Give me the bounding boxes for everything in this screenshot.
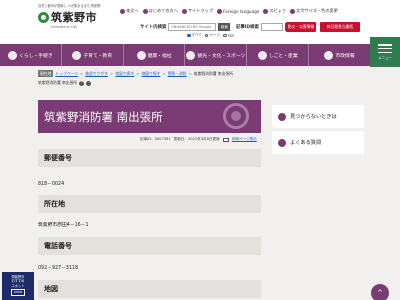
section-heading-phone: 電話番号: [38, 237, 261, 255]
font-increase-button[interactable]: +: [79, 80, 85, 86]
holiday-doctor-button[interactable]: 休日救急当番医: [320, 22, 360, 32]
speaker-icon: [263, 8, 269, 14]
arrow-icon: [120, 8, 125, 14]
radio-checked-icon: [187, 33, 191, 38]
gnav-item-city[interactable]: 市政情報: [309, 44, 370, 66]
gnav-item-health[interactable]: 健康・福祉: [124, 44, 186, 66]
logo-tagline: 自然と都市が調和し 人が集まるまち 筑紫野: [38, 4, 101, 8]
flower-center-icon: [231, 111, 241, 121]
radio-icon: [204, 33, 209, 38]
utility-link-skip[interactable]: 本文へ: [120, 8, 139, 14]
page-title-bar: 筑紫野消防署 南出張所: [38, 100, 261, 133]
section-heading-address: 所在地: [38, 195, 261, 213]
breadcrumb: 現在地 トップページ > 施設でさがす > 地図で探す > 地図で探す > 警察・消防 >…: [38, 70, 233, 77]
breadcrumb-link[interactable]: 地図で探す: [115, 71, 134, 77]
scope-all[interactable]: すべて: [187, 33, 202, 38]
font-size-page-label: 筑紫野消防署 南出張所: [38, 80, 78, 85]
search-button[interactable]: 検索: [218, 23, 231, 31]
search-scope: すべて ページ PDF: [187, 33, 235, 38]
faq-icon: [278, 138, 286, 147]
postal-code: 818－0024: [38, 182, 65, 187]
print-icon: [222, 137, 229, 142]
updated-date: 更新日：2021年3月8日更新: [173, 137, 220, 141]
utility-link-language[interactable]: Foreign language: [217, 8, 259, 14]
article-id: 記事ID：0007361: [140, 137, 171, 141]
menu-label: メニュー: [378, 56, 392, 60]
scope-page[interactable]: ページ: [204, 33, 220, 38]
site-search-label: サイト内検索: [140, 25, 167, 30]
globe-icon: [217, 8, 223, 14]
site-logo[interactable]: 自然と都市が調和し 人が集まるまち 筑紫野 筑紫野市 Chikushino Ci…: [38, 4, 101, 40]
font-size-control: 筑紫野消防署 南出張所 + -: [38, 80, 92, 86]
emergency-info-button[interactable]: 防災・災害情報: [286, 22, 316, 32]
open-label: OPEN: [10, 289, 26, 296]
sidebar-item-not-found[interactable]: 見つからないときは: [272, 105, 364, 128]
help-icon: [142, 8, 148, 14]
radio-icon: [223, 33, 227, 38]
print-link[interactable]: 印刷ページ表示: [232, 137, 257, 142]
menu-button[interactable]: メニュー: [370, 37, 400, 67]
breadcrumb-current: 筑紫野消防署 南出張所: [193, 70, 233, 76]
gnav-item-life[interactable]: くらし・手続き: [0, 44, 62, 66]
sidebar-item-label: よくある質問: [290, 140, 322, 146]
business-icon: [257, 50, 267, 60]
logo-english: Chikushino City: [51, 25, 78, 29]
utility-links: 本文へ はじめての方へ サイトマップ Foreign language スピょり…: [120, 8, 338, 14]
sitemap-icon: [181, 8, 187, 14]
life-icon: [8, 50, 18, 60]
city-icon: [324, 50, 334, 60]
text-size-icon: [290, 8, 296, 14]
health-icon: [136, 50, 146, 60]
breadcrumb-link[interactable]: 地図で探す: [141, 71, 160, 77]
address: 筑紫野市原田4－16－1: [38, 223, 89, 228]
utility-link-speech[interactable]: スピょり: [263, 8, 286, 14]
id-search-label: 記事ID検索: [236, 25, 259, 30]
arrow-up-icon: ^: [377, 289, 383, 297]
tourism-icon: [186, 50, 196, 60]
gnav-item-business[interactable]: しごと・産業: [247, 44, 310, 66]
gnav-item-tourism[interactable]: 観光・文化・スポーツ: [185, 44, 248, 66]
utility-link-beginner[interactable]: はじめての方へ: [142, 8, 178, 14]
page-top-button[interactable]: ^: [371, 284, 389, 300]
article-meta: 記事ID：0007361 更新日：2021年3月8日更新 印刷ページ表示: [140, 137, 257, 142]
section-heading-postal: 郵便番号: [38, 149, 261, 167]
breadcrumb-link[interactable]: トップページ: [55, 71, 78, 77]
recommended-spot-banner[interactable]: 筑紫野市 おすすめ スポット OPEN: [2, 272, 34, 300]
phone-number: 092－927－3118: [38, 266, 79, 271]
child-icon: [72, 50, 82, 60]
site-header: 自然と都市が調和し 人が集まるまち 筑紫野 筑紫野市 Chikushino Ci…: [0, 0, 400, 44]
breadcrumb-link[interactable]: 施設でさがす: [85, 71, 108, 77]
site-search: サイト内検索 検索: [140, 23, 231, 31]
utility-link-sitemap[interactable]: サイトマップ: [181, 8, 213, 14]
search-icon: [278, 112, 286, 121]
section-heading-map: 地図: [38, 280, 261, 298]
sidebar-item-label: 見つからないときは: [290, 114, 337, 120]
sidebar-item-faq[interactable]: よくある質問: [272, 131, 364, 154]
page-title: 筑紫野消防署 南出張所: [44, 110, 163, 124]
gnav-item-childcare[interactable]: 子育て・教育: [62, 44, 124, 66]
scope-pdf[interactable]: PDF: [223, 33, 235, 38]
city-emblem-icon: [38, 11, 49, 23]
hamburger-icon: [378, 44, 392, 53]
breadcrumb-here: 現在地: [38, 70, 54, 77]
font-decrease-button[interactable]: -: [86, 80, 92, 86]
utility-link-text-size[interactable]: 文字サイズ・色の変更: [290, 8, 338, 14]
global-nav: くらし・手続き 子育て・教育 健康・福祉 観光・文化・スポーツ しごと・産業 市…: [0, 44, 370, 66]
logo-name: 筑紫野市: [51, 11, 97, 24]
id-search-input[interactable]: [260, 23, 283, 31]
search-input[interactable]: [168, 23, 217, 31]
breadcrumb-link[interactable]: 警察・消防: [168, 71, 187, 77]
